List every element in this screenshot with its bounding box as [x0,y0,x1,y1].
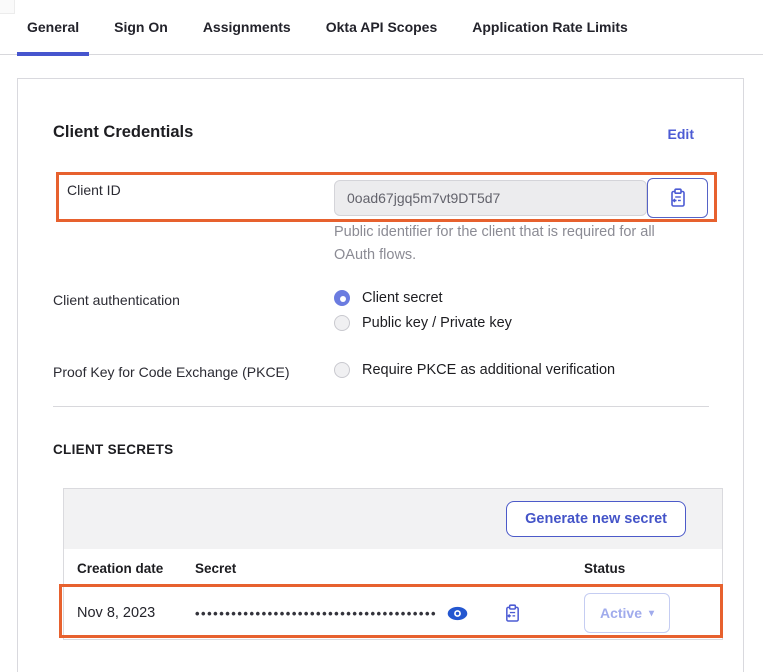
client-id-help-text: Public identifier for the client that is… [334,221,670,267]
client-secrets-table: Generate new secret Creation date Secret… [63,488,723,640]
eye-icon [447,606,468,621]
client-credentials-card: Client Credentials Edit Client ID Public… [17,78,744,672]
radio-row-public-private-key: Public key / Private key [334,315,512,331]
public-private-key-radio[interactable] [334,315,350,331]
pkce-checkbox-row: Require PKCE as additional verification [334,362,615,378]
client-id-input[interactable] [334,180,647,216]
copy-secret-button[interactable] [504,604,521,623]
client-id-label: Client ID [67,182,121,198]
pkce-checkbox-label: Require PKCE as additional verification [362,362,615,378]
secret-value-cell: •••••••••••••••••••••••••••••••••••••••• [195,604,584,623]
public-private-key-radio-label: Public key / Private key [362,315,512,331]
clipboard-icon [669,188,687,208]
client-credentials-title: Client Credentials [53,123,193,142]
reveal-secret-button[interactable] [447,606,468,621]
masked-secret-value: •••••••••••••••••••••••••••••••••••••••• [195,606,437,621]
secret-creation-date: Nov 8, 2023 [77,605,195,621]
caret-down-icon: ▾ [649,608,654,619]
tab-assignments[interactable]: Assignments [193,0,301,55]
client-authentication-label: Client authentication [53,292,180,308]
client-secret-radio[interactable] [334,290,350,306]
column-header-creation-date: Creation date [77,561,195,576]
secrets-table-header: Creation date Secret Status [64,549,722,587]
client-secrets-title: CLIENT SECRETS [53,442,173,457]
section-divider [53,406,709,407]
edit-link[interactable]: Edit [668,126,694,142]
generate-new-secret-button[interactable]: Generate new secret [506,501,686,537]
column-header-status: Status [584,561,696,576]
okta-app-settings-page: General Sign On Assignments Okta API Sco… [0,0,763,672]
pkce-label: Proof Key for Code Exchange (PKCE) [53,364,290,380]
tab-okta-api-scopes[interactable]: Okta API Scopes [316,0,448,55]
secret-status-dropdown[interactable]: Active ▾ [584,593,670,633]
pkce-checkbox[interactable] [334,362,350,378]
radio-row-client-secret: Client secret [334,290,443,306]
tab-sign-on[interactable]: Sign On [104,0,178,55]
column-header-secret: Secret [195,561,584,576]
tab-application-rate-limits[interactable]: Application Rate Limits [462,0,638,55]
status-label: Active [600,605,642,621]
client-secret-radio-label: Client secret [362,290,443,306]
secret-status-cell: Active ▾ [584,593,696,633]
secrets-table-toolbar: Generate new secret [64,489,722,549]
tab-general[interactable]: General [17,0,89,55]
clipboard-icon [504,604,521,623]
secret-table-row: Nov 8, 2023 ••••••••••••••••••••••••••••… [64,587,722,639]
copy-client-id-button[interactable] [647,178,708,218]
app-tabs: General Sign On Assignments Okta API Sco… [0,0,763,55]
